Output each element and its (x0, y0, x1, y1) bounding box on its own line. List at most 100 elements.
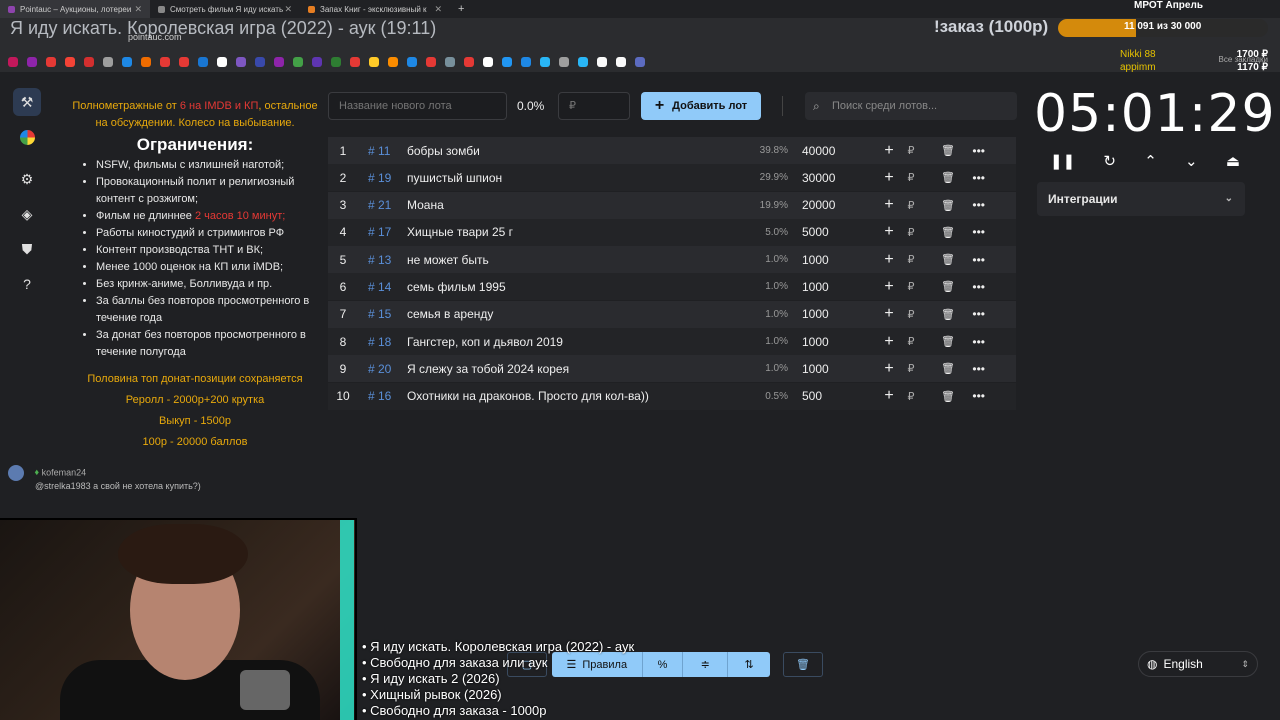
close-icon[interactable]: ✕ (434, 4, 442, 15)
trash-icon[interactable]: 🗑 (921, 144, 955, 157)
add-amount-icon[interactable]: + (877, 278, 901, 296)
sort-button[interactable]: ⇅ (728, 652, 770, 677)
lot-name[interactable]: Хищные твари 25 г (407, 225, 733, 239)
split-button[interactable]: ≑ (683, 652, 729, 677)
gear-icon[interactable]: ⚙ (13, 165, 41, 193)
more-icon[interactable]: ••• (955, 307, 985, 321)
lot-name[interactable]: Я слежу за тобой 2024 корея (407, 362, 733, 376)
shield-icon[interactable]: ⛊ (13, 235, 41, 263)
trash-icon[interactable]: 🗑 (921, 308, 955, 321)
add-lot-button[interactable]: + Добавить лот (641, 92, 761, 120)
bookmark-icon[interactable] (236, 57, 246, 67)
bookmark-icon[interactable] (274, 57, 284, 67)
bookmark-icon[interactable] (540, 57, 550, 67)
bookmark-icon[interactable] (141, 57, 151, 67)
bookmark-icon[interactable] (483, 57, 493, 67)
add-amount-icon[interactable]: + (877, 305, 901, 323)
bookmark-icon[interactable] (160, 57, 170, 67)
help-icon[interactable]: ? (13, 270, 41, 298)
lot-name[interactable]: бобры зомби (407, 144, 733, 158)
bookmark-icon[interactable] (407, 57, 417, 67)
bookmark-icon[interactable] (84, 57, 94, 67)
lot-amount[interactable]: 30000 (802, 171, 877, 185)
more-icon[interactable]: ••• (955, 280, 985, 294)
add-amount-icon[interactable]: + (877, 196, 901, 214)
trash-icon[interactable]: 🗑 (921, 390, 955, 403)
bookmark-icon[interactable] (578, 57, 588, 67)
reset-icon[interactable]: ↻ (1103, 152, 1116, 170)
language-select[interactable]: ◍ English ⇕ (1138, 651, 1258, 677)
bookmark-icon[interactable] (122, 57, 132, 67)
chevron-down-icon[interactable]: ⌄ (1185, 152, 1198, 170)
lot-name[interactable]: Моана (407, 198, 733, 212)
trash-icon[interactable]: 🗑 (921, 280, 955, 293)
bookmark-icon[interactable] (255, 57, 265, 67)
bookmark-icon[interactable] (616, 57, 626, 67)
lot-amount[interactable]: 40000 (802, 144, 877, 158)
clear-lots-button[interactable]: 🗑 (783, 652, 823, 677)
lot-search-input[interactable]: ⌕ Поиск среди лотов... (805, 92, 1017, 120)
lot-amount[interactable]: 1000 (802, 280, 877, 294)
lot-name[interactable]: не может быть (407, 253, 733, 267)
eject-icon[interactable]: ⏏ (1226, 152, 1240, 170)
bookmark-icon[interactable] (103, 57, 113, 67)
lot-name[interactable]: семь фильм 1995 (407, 280, 733, 294)
more-icon[interactable]: ••• (955, 225, 985, 239)
add-amount-icon[interactable]: + (877, 169, 901, 187)
pause-icon[interactable]: ❚❚ (1050, 152, 1075, 170)
add-amount-icon[interactable]: + (877, 223, 901, 241)
add-amount-icon[interactable]: + (877, 360, 901, 378)
trash-icon[interactable]: 🗑 (921, 199, 955, 212)
bookmark-icon[interactable] (559, 57, 569, 67)
lot-name[interactable]: семья в аренду (407, 307, 733, 321)
trash-icon[interactable]: 🗑 (921, 362, 955, 375)
percent-toggle-button[interactable]: % (643, 652, 684, 677)
bookmark-icon[interactable] (369, 57, 379, 67)
more-icon[interactable]: ••• (955, 253, 985, 267)
bookmark-icon[interactable] (46, 57, 56, 67)
browser-tab[interactable]: Запах Книг - эксклюзивный к ✕ (300, 0, 450, 18)
bookmark-icon[interactable] (179, 57, 189, 67)
bookmark-icon[interactable] (464, 57, 474, 67)
browser-tab[interactable]: Смотреть фильм Я иду искать ✕ (150, 0, 300, 18)
bookmark-icon[interactable] (217, 57, 227, 67)
trash-icon[interactable]: 🗑 (921, 253, 955, 266)
more-icon[interactable]: ••• (955, 335, 985, 349)
lot-amount[interactable]: 1000 (802, 253, 877, 267)
bookmark-icon[interactable] (426, 57, 436, 67)
lot-amount[interactable]: 20000 (802, 198, 877, 212)
add-amount-icon[interactable]: + (877, 142, 901, 160)
wheel-icon[interactable] (13, 123, 41, 151)
browser-tab[interactable]: Pointauc – Аукционы, лотереи ✕ (0, 0, 150, 18)
close-icon[interactable]: ✕ (134, 4, 142, 15)
bookmark-icon[interactable] (331, 57, 341, 67)
bookmark-icon[interactable] (65, 57, 75, 67)
lot-amount[interactable]: 1000 (802, 362, 877, 376)
bookmark-icon[interactable] (198, 57, 208, 67)
bookmark-icon[interactable] (293, 57, 303, 67)
bookmark-icon[interactable] (502, 57, 512, 67)
bookmark-icon[interactable] (8, 57, 18, 67)
layers-icon[interactable]: ◈ (13, 200, 41, 228)
lot-amount[interactable]: 500 (802, 389, 877, 403)
lot-name[interactable]: Гангстер, коп и дьявол 2019 (407, 335, 733, 349)
chevron-up-icon[interactable]: ⌃ (1144, 152, 1157, 170)
bookmark-icon[interactable] (312, 57, 322, 67)
more-icon[interactable]: ••• (955, 144, 985, 158)
bookmark-icon[interactable] (445, 57, 455, 67)
lot-amount[interactable]: 1000 (802, 307, 877, 321)
bookmark-icon[interactable] (597, 57, 607, 67)
more-icon[interactable]: ••• (955, 389, 985, 403)
bookmark-icon[interactable] (521, 57, 531, 67)
trash-icon[interactable]: 🗑 (921, 335, 955, 348)
trash-icon[interactable]: 🗑 (921, 171, 955, 184)
more-icon[interactable]: ••• (955, 362, 985, 376)
add-amount-icon[interactable]: + (877, 251, 901, 269)
lot-amount-input[interactable] (558, 92, 630, 120)
lot-name[interactable]: пушистый шпион (407, 171, 733, 185)
bookmark-icon[interactable] (350, 57, 360, 67)
add-amount-icon[interactable]: + (877, 387, 901, 405)
close-icon[interactable]: ✕ (284, 4, 292, 15)
more-icon[interactable]: ••• (955, 171, 985, 185)
hammer-icon[interactable]: ⚒ (13, 88, 41, 116)
